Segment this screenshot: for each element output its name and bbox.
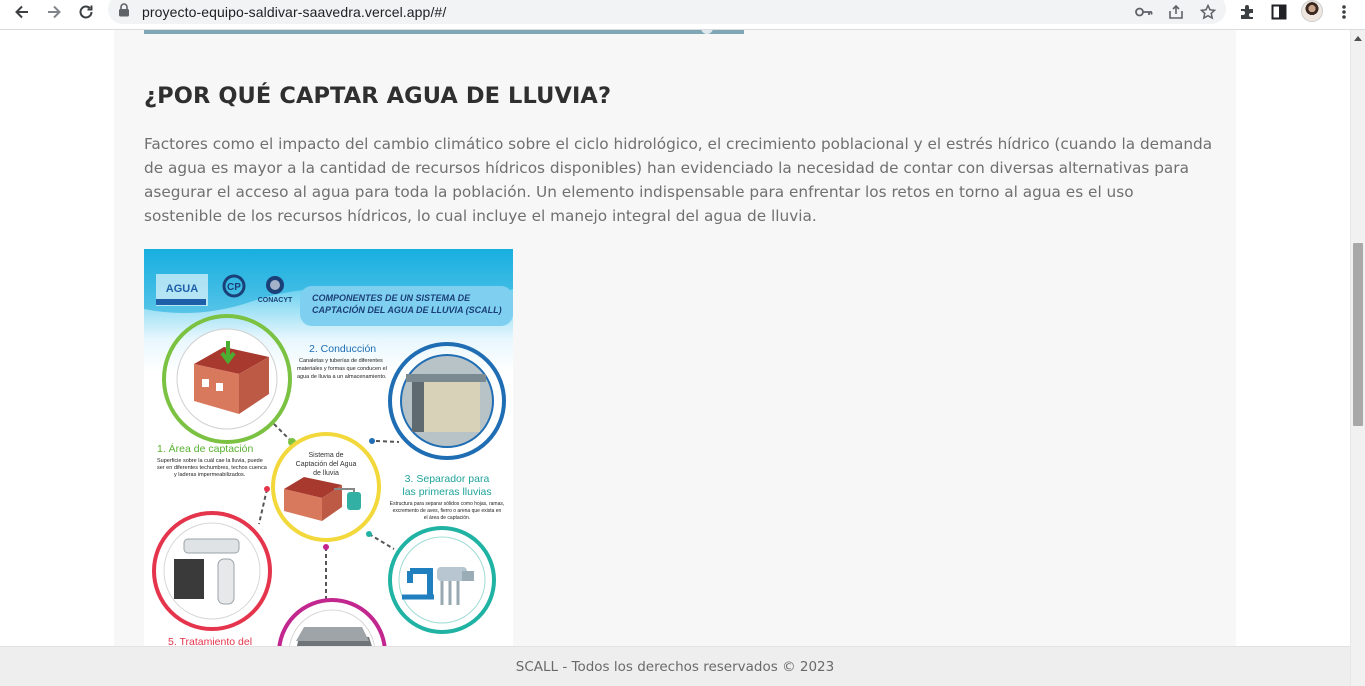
browser-toolbar: proyecto-equipo-saldivar-saavedra.vercel…	[0, 0, 1365, 30]
svg-text:CONACYT: CONACYT	[258, 297, 293, 304]
conduccion-circle	[388, 342, 506, 460]
c2-desc-2: materiales y formas que conducen el	[297, 366, 387, 372]
tratamiento-circle	[152, 511, 272, 631]
vertical-scrollbar[interactable]	[1350, 30, 1365, 686]
page-footer: SCALL - Todos los derechos reservados © …	[0, 646, 1350, 686]
section-paragraph: Factores como el impacto del cambio clim…	[144, 135, 1213, 225]
agua-logo: AGUA	[156, 274, 208, 306]
url-text[interactable]: proyecto-equipo-saldivar-saavedra.vercel…	[142, 4, 446, 20]
scall-infographic: AGUA CP CONACYT COMPONENTES DE UN SISTEM…	[144, 249, 513, 659]
center-text-3: de lluvia	[313, 470, 339, 477]
c3-desc-3: el área de captación.	[424, 515, 470, 521]
address-bar[interactable]: proyecto-equipo-saldivar-saavedra.vercel…	[108, 0, 1226, 24]
back-icon[interactable]	[8, 0, 36, 24]
center-text-2: Captación del Agua	[296, 461, 357, 468]
image-edge-detail	[701, 30, 713, 34]
extensions-icon[interactable]	[1237, 2, 1257, 22]
section-heading: ¿POR QUÉ CAPTAR AGUA DE LLUVIA?	[144, 83, 612, 109]
center-text-1: Sistema de	[308, 452, 343, 459]
connector-dot	[323, 544, 329, 550]
c1-desc-2: ser en diferentes techumbres, techos cue…	[157, 465, 268, 471]
sistema-central-circle	[271, 432, 381, 542]
infographic-graphic: AGUA CP CONACYT COMPONENTES DE UN SISTEM…	[144, 249, 513, 659]
menu-icon[interactable]	[1334, 2, 1354, 22]
scroll-up-arrow-icon[interactable]	[1354, 36, 1362, 41]
connector-dot	[264, 486, 270, 492]
footer-text: SCALL - Todos los derechos reservados © …	[515, 658, 835, 675]
connector-dot	[369, 438, 375, 444]
connector-dot	[366, 531, 372, 537]
c2-desc-1: Canaletas y tuberías de diferentes	[299, 358, 383, 364]
key-icon[interactable]	[1135, 3, 1153, 21]
c3-desc-1: Estructura para separar sólidos como hoj…	[390, 501, 505, 507]
c2-desc-3: agua de lluvia a un almacenamiento.	[297, 374, 387, 380]
c2-title: 2. Conducción	[309, 343, 376, 355]
c3-desc-2: excremento de aves, fierro o arena que e…	[393, 508, 502, 514]
svg-text:CAPTACIÓN DEL AGUA DE LLUVIA (: CAPTACIÓN DEL AGUA DE LLUVIA (SCALL)	[312, 304, 502, 315]
title-banner: COMPONENTES DE UN SISTEMA DE CAPTACIÓN D…	[300, 286, 513, 326]
svg-text:COMPONENTES DE UN SISTEMA DE: COMPONENTES DE UN SISTEMA DE	[312, 293, 471, 303]
star-icon[interactable]	[1199, 3, 1217, 21]
separador-circle	[388, 526, 496, 634]
scroll-thumb[interactable]	[1353, 243, 1363, 426]
area-captacion-circle	[162, 314, 292, 444]
reload-icon[interactable]	[72, 0, 100, 24]
share-icon[interactable]	[1167, 3, 1185, 21]
svg-text:CP: CP	[227, 282, 241, 293]
svg-text:AGUA: AGUA	[166, 283, 198, 295]
lock-icon[interactable]	[118, 3, 130, 22]
c3-title-1: 3. Separador para	[405, 473, 490, 485]
content-section: ¿POR QUÉ CAPTAR AGUA DE LLUVIA? Factores…	[114, 30, 1236, 659]
side-panel-icon[interactable]	[1269, 2, 1289, 22]
c1-title: 1. Área de captación	[157, 442, 253, 455]
c1-desc-3: y laderas impermeabilizados.	[174, 472, 246, 478]
c1-desc-1: Superficie sobre la cuál cae la lluvia, …	[157, 458, 263, 464]
page-viewport: ¿POR QUÉ CAPTAR AGUA DE LLUVIA? Factores…	[0, 30, 1350, 686]
c3-title-2: las primeras lluvias	[402, 486, 491, 498]
previous-image-edge	[144, 30, 744, 34]
avatar[interactable]	[1301, 0, 1323, 22]
forward-icon[interactable]	[40, 0, 68, 24]
